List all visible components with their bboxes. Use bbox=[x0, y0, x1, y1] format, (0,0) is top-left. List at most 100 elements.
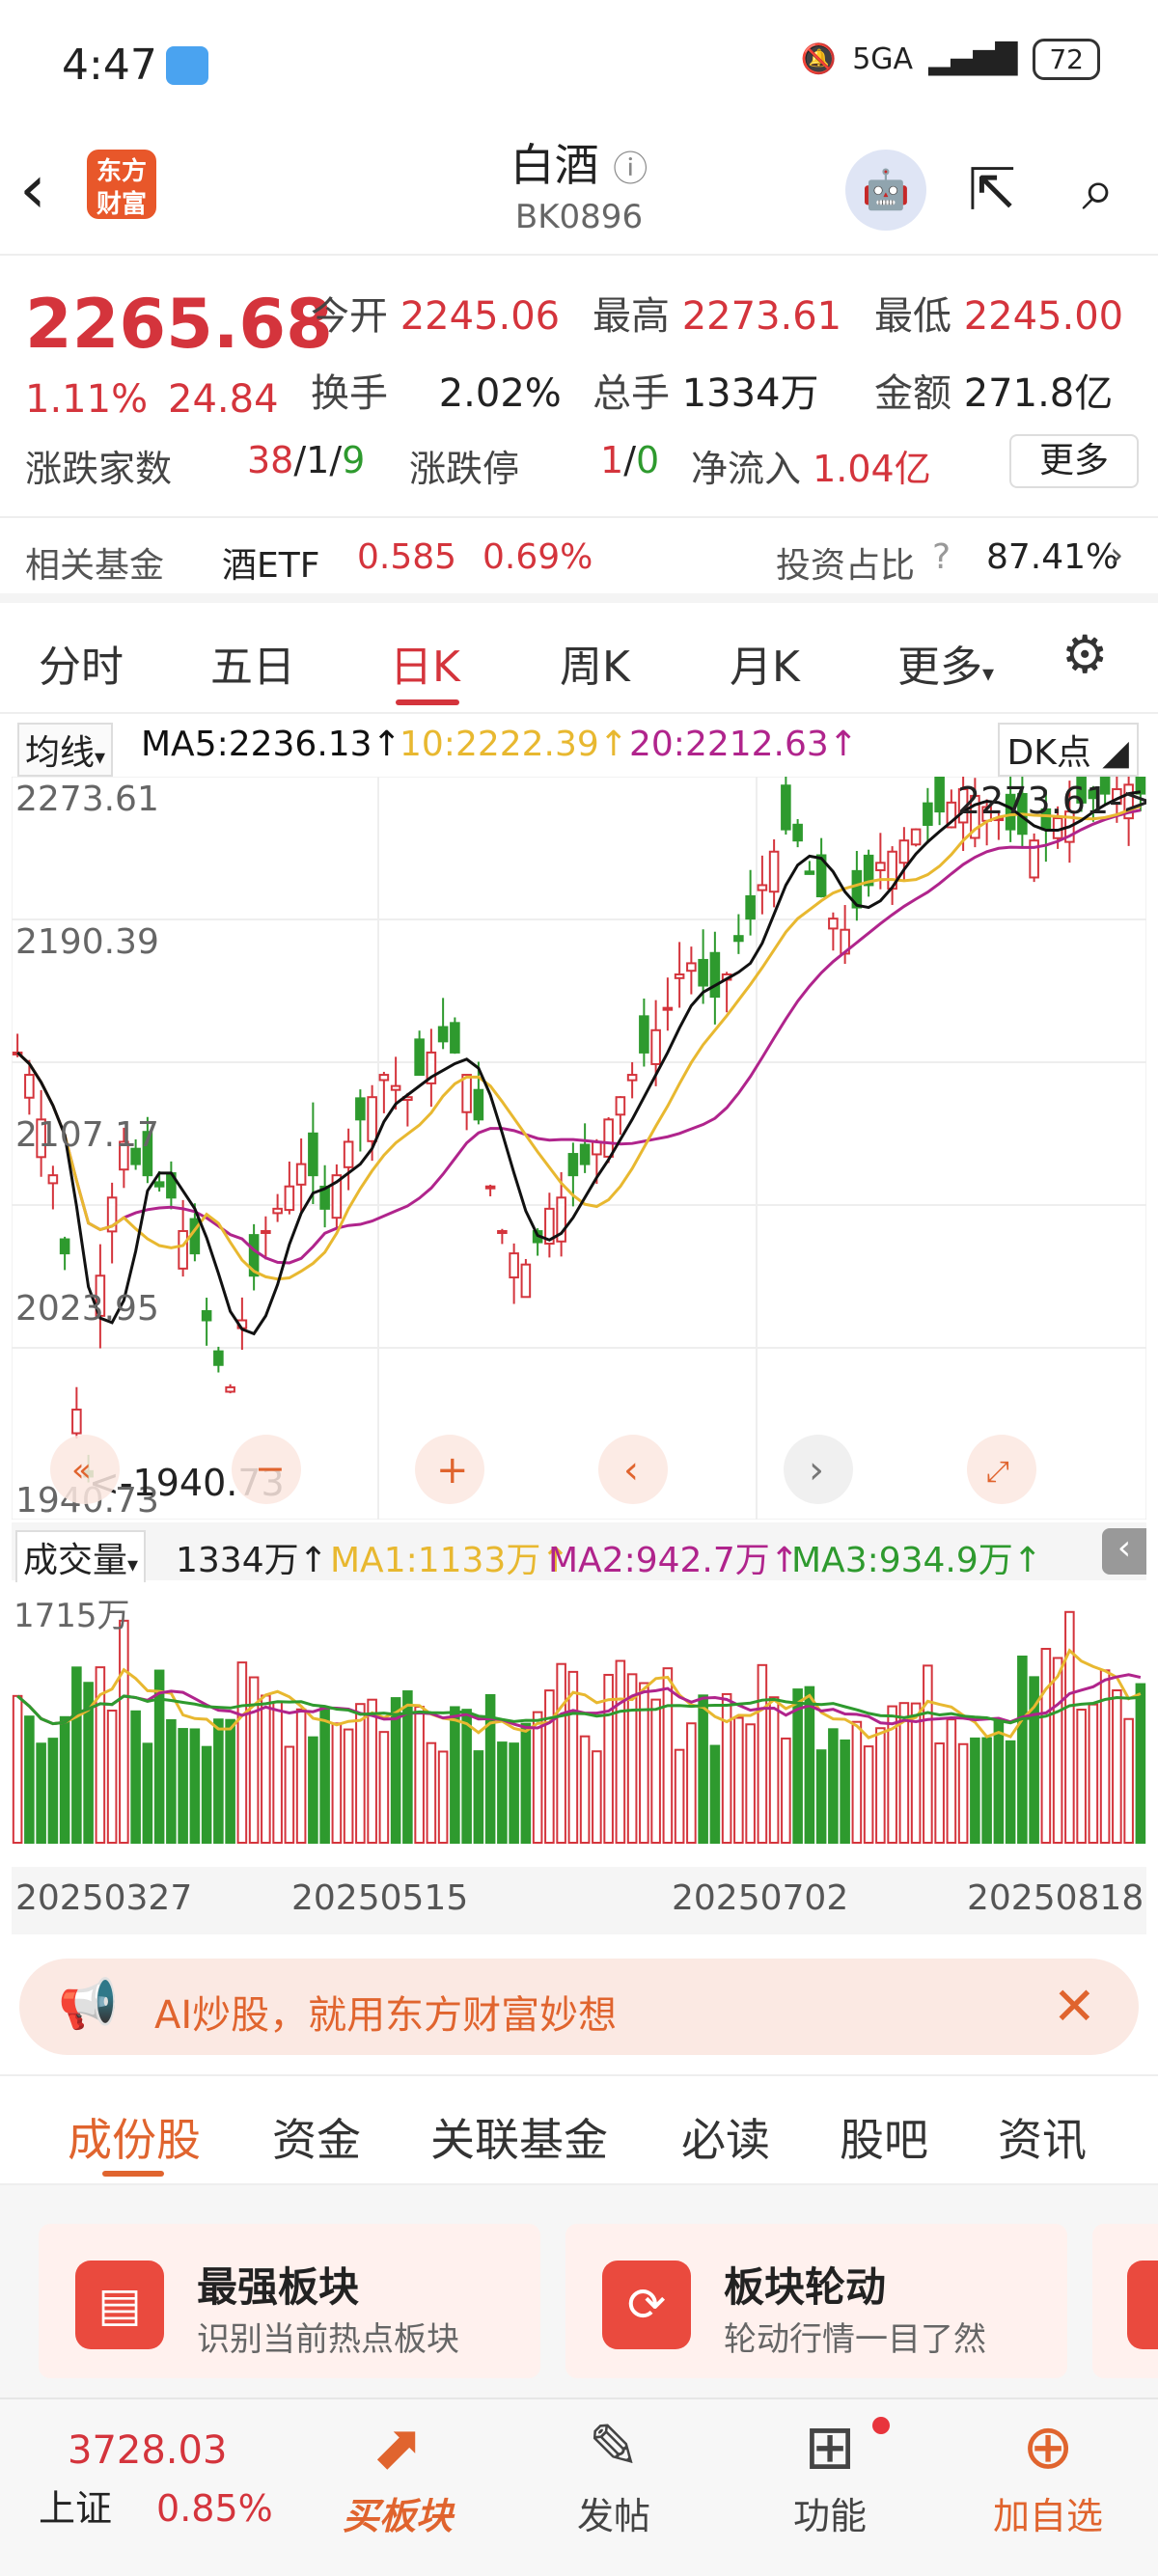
volume-bar bbox=[1052, 1657, 1063, 1844]
volume-bar bbox=[840, 1739, 850, 1844]
volume-bar bbox=[319, 1706, 330, 1844]
volume-bar bbox=[745, 1723, 756, 1844]
ma10-value: 10:2222.39↑ bbox=[400, 725, 628, 764]
tab-intraday[interactable]: 分时 bbox=[39, 632, 124, 694]
volume-select[interactable]: 成交量▾ bbox=[15, 1530, 147, 1584]
card-title: 板块轮动 bbox=[724, 2263, 887, 2311]
candle-body bbox=[579, 1143, 591, 1165]
nav-add-watchlist[interactable]: ⊕ 加自选 bbox=[971, 2409, 1125, 2539]
status-right: 🔕 5GA ▂▄▆█ 72 bbox=[801, 39, 1100, 80]
volume-bar bbox=[378, 1731, 390, 1844]
candle-body bbox=[639, 1015, 649, 1054]
candle-body bbox=[828, 918, 839, 930]
y-label-top: 2273.61 bbox=[15, 780, 159, 819]
tab-constituents[interactable]: 成份股 bbox=[68, 2105, 201, 2169]
volume-bar bbox=[733, 1716, 744, 1844]
turnover-label: 换手 bbox=[311, 371, 388, 416]
volume-bar bbox=[993, 1720, 1005, 1844]
nav-post[interactable]: ✎ 发帖 bbox=[537, 2409, 691, 2539]
tab-weekly-k[interactable]: 周K bbox=[560, 632, 630, 694]
candle-body bbox=[509, 1252, 519, 1279]
candle-body bbox=[261, 1229, 271, 1234]
nav-label: 加自选 bbox=[992, 2495, 1103, 2537]
volume-bar bbox=[225, 1718, 235, 1845]
candle-body bbox=[473, 1088, 484, 1121]
tab-monthly-k[interactable]: 月K bbox=[730, 632, 800, 694]
nav-label: 买板块 bbox=[342, 2495, 453, 2537]
candle-body bbox=[709, 951, 721, 999]
volume-bar bbox=[119, 1619, 129, 1844]
candle-body bbox=[308, 1132, 318, 1177]
collapse-icon[interactable]: ‹ bbox=[1102, 1528, 1146, 1575]
nav-functions[interactable]: ⊞ 功能 bbox=[753, 2409, 907, 2539]
indicator-label: 均线 bbox=[25, 733, 96, 773]
tab-daily-k[interactable]: 日K bbox=[390, 632, 460, 694]
header: ‹ 东方财富 白酒 ⓘ BK0896 🤖 ⇱ ⌕ bbox=[0, 130, 1158, 256]
search-icon[interactable]: ⌕ bbox=[1058, 150, 1139, 231]
card-subtitle: 识别当前热点板块 bbox=[197, 2320, 459, 2359]
close-icon[interactable]: ✕ bbox=[1053, 1976, 1096, 2037]
clock: 4:47 bbox=[62, 41, 157, 90]
tab-5day[interactable]: 五日 bbox=[210, 632, 295, 694]
advance-up: 38 bbox=[247, 439, 294, 481]
tab-forum[interactable]: 股吧 bbox=[840, 2105, 928, 2169]
card-sector-rotation[interactable]: ⟳ 板块轮动 轮动行情一目了然 bbox=[565, 2224, 1067, 2378]
tab-news[interactable]: 资讯 bbox=[998, 2105, 1087, 2169]
volume-bar bbox=[923, 1664, 933, 1845]
fund-name: 酒ETF bbox=[222, 546, 320, 586]
volume-bar bbox=[450, 1706, 460, 1844]
volume-bar bbox=[178, 1728, 188, 1844]
card-subtitle: 轮动行情一目了然 bbox=[724, 2320, 986, 2359]
dk-point-button[interactable]: DK点 ◢ bbox=[997, 723, 1139, 777]
nav-buy-sector[interactable]: ⬈ 买板块 bbox=[320, 2409, 475, 2539]
gear-icon[interactable]: ⚙ bbox=[1062, 624, 1108, 685]
volume-select-label: 成交量 bbox=[23, 1541, 128, 1580]
more-button[interactable]: 更多 bbox=[1009, 434, 1139, 488]
ma5-value: MA5:2236.13↑ bbox=[141, 725, 401, 764]
volume-bar bbox=[426, 1741, 437, 1844]
candle-body bbox=[698, 958, 708, 987]
assistant-icon[interactable]: 🤖 bbox=[845, 150, 926, 231]
ai-promo-banner[interactable]: 📢 AI炒股，就用东方财富妙想 ✕ bbox=[19, 1959, 1139, 2055]
tab-must-read[interactable]: 必读 bbox=[681, 2105, 770, 2169]
card-next[interactable] bbox=[1092, 2224, 1158, 2378]
date-label-4: 20250818 bbox=[967, 1878, 1144, 1918]
volume-bar bbox=[142, 1742, 153, 1844]
limit-up: 1 bbox=[600, 439, 624, 481]
volume-bar bbox=[910, 1702, 922, 1844]
index-ticker[interactable]: 3728.03 上证 0.85% bbox=[39, 2428, 290, 2532]
candle-body bbox=[355, 1097, 366, 1121]
tab-more[interactable]: 更多▾ bbox=[897, 632, 994, 694]
candlestick-chart[interactable]: 2273.61 2190.39 2107.17 2023.95 1940.73 … bbox=[12, 777, 1146, 1520]
volume-bar bbox=[201, 1745, 212, 1844]
content-tabs: 成份股 资金 关联基金 必读 股吧 资讯 bbox=[0, 2074, 1158, 2185]
share-icon[interactable]: ⇱ bbox=[951, 150, 1033, 231]
card-strongest-sector[interactable]: ▤ 最强板块 识别当前热点板块 bbox=[39, 2224, 540, 2378]
card-icon bbox=[1127, 2261, 1158, 2349]
volume-bar bbox=[1076, 1709, 1087, 1844]
limit-down: 0 bbox=[636, 439, 660, 481]
help-icon[interactable]: ? bbox=[932, 537, 951, 577]
volume-bar bbox=[1088, 1703, 1099, 1845]
volume-bar bbox=[367, 1698, 377, 1845]
volume-bar bbox=[355, 1703, 366, 1845]
megaphone-icon: 📢 bbox=[58, 1976, 119, 2032]
volume-bar bbox=[768, 1696, 780, 1844]
tab-related-funds[interactable]: 关联基金 bbox=[430, 2105, 608, 2169]
related-fund-row[interactable]: 相关基金 酒ETF 0.585 0.69% 投资占比 ? 87.41% › bbox=[0, 516, 1158, 603]
card-title: 最强板块 bbox=[197, 2263, 360, 2311]
info-icon[interactable]: ⓘ bbox=[613, 150, 648, 189]
bottom-nav: 3728.03 上证 0.85% ⬈ 买板块 ✎ 发帖 ⊞ 功能 ⊕ 加自选 bbox=[0, 2398, 1158, 2576]
indicator-select[interactable]: 均线▾ bbox=[17, 723, 114, 777]
volume-bar bbox=[272, 1701, 283, 1844]
high-marker: 2273.61-> bbox=[957, 780, 1146, 822]
candle-body bbox=[875, 862, 886, 871]
volume-bar bbox=[71, 1666, 82, 1844]
candle-body bbox=[390, 1084, 401, 1091]
date-label-2: 20250515 bbox=[291, 1878, 469, 1918]
volume-bar bbox=[106, 1709, 118, 1844]
candle-body bbox=[272, 1207, 283, 1215]
tab-underline bbox=[396, 699, 459, 705]
tab-capital[interactable]: 资金 bbox=[272, 2105, 361, 2169]
volume-chart[interactable]: 1715万 bbox=[12, 1582, 1146, 1862]
